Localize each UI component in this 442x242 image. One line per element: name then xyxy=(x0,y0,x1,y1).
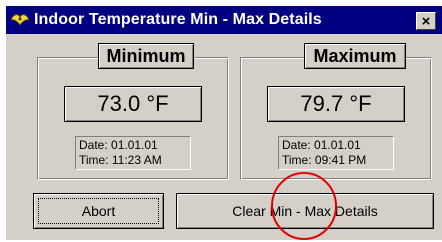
minimum-datetime: Date: 01.01.01 Time: 11:23 AM xyxy=(75,136,191,170)
minimum-value: 73.0 °F xyxy=(64,86,202,122)
minimum-date-label: Date: xyxy=(79,138,112,152)
minimum-heading: Minimum xyxy=(98,43,194,69)
clear-min-max-button[interactable]: Clear Min - Max Details xyxy=(176,193,434,229)
close-icon[interactable]: × xyxy=(416,12,436,30)
maximum-panel: 79.7 °F Date: 01.01.01 Time: 09:41 PM xyxy=(240,57,432,180)
maximum-heading: Maximum xyxy=(304,43,406,69)
maximum-date: 01.01.01 xyxy=(314,138,361,152)
maximum-datetime: Date: 01.01.01 Time: 09:41 PM xyxy=(278,136,394,170)
clear-button-label: Clear Min - Max Details xyxy=(232,203,378,219)
minimum-date-row: Date: 01.01.01 xyxy=(79,138,190,153)
title-bar[interactable]: Indoor Temperature Min - Max Details × xyxy=(6,6,442,34)
maximum-date-row: Date: 01.01.01 xyxy=(282,138,393,153)
abort-button[interactable]: Abort xyxy=(33,193,164,229)
maximum-time: 09:41 PM xyxy=(314,153,367,167)
minimum-time-label: Time: xyxy=(79,153,112,167)
abort-button-label: Abort xyxy=(81,203,116,219)
minimum-time-row: Time: 11:23 AM xyxy=(79,153,190,168)
maximum-time-label: Time: xyxy=(282,153,315,167)
minimum-date: 01.01.01 xyxy=(111,138,158,152)
maximum-time-row: Time: 09:41 PM xyxy=(282,153,393,168)
minimum-time: 11:23 AM xyxy=(111,153,162,167)
minimum-panel: 73.0 °F Date: 01.01.01 Time: 11:23 AM xyxy=(37,57,229,180)
window-title: Indoor Temperature Min - Max Details xyxy=(34,11,322,28)
app-icon xyxy=(10,14,30,26)
maximum-value: 79.7 °F xyxy=(267,86,405,122)
maximum-date-label: Date: xyxy=(282,138,315,152)
min-max-dialog: Indoor Temperature Min - Max Details × 7… xyxy=(5,5,442,240)
